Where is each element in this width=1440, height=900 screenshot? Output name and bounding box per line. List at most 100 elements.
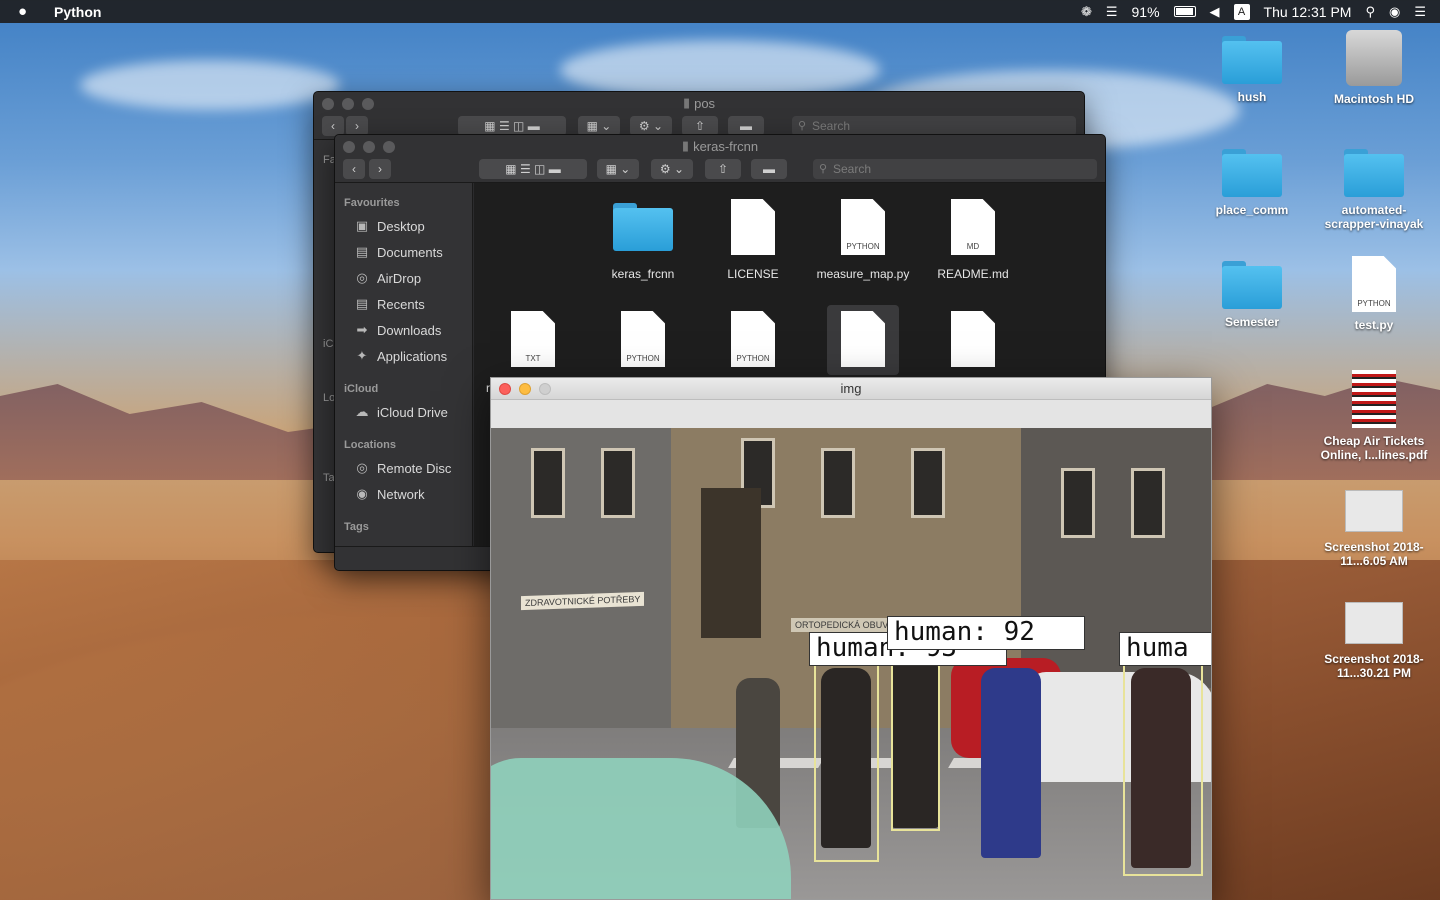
sidebar-item-airdrop[interactable]: ◎ AirDrop — [335, 265, 472, 291]
desktop-icon-label: test.py — [1354, 318, 1394, 332]
sidebar-item-label: Remote Disc — [377, 460, 452, 476]
desktop-file-screenshot-1[interactable]: Screenshot 2018-11...6.05 AM — [1319, 490, 1429, 568]
tag-button[interactable]: ▬ — [751, 159, 787, 179]
spotlight-icon[interactable]: ⚲ — [1365, 4, 1375, 20]
search-input[interactable]: ⚲ Search — [792, 116, 1076, 136]
desktop-folder-automated-scrapper[interactable]: automated-scrapper-vinayak — [1319, 149, 1429, 231]
file-item-keras-frcnn[interactable]: keras_frcnn — [588, 203, 698, 281]
applications-icon: ✦ — [356, 348, 368, 363]
sidebar-item-documents[interactable]: ▤ Documents — [335, 239, 472, 265]
desktop-folder-semester[interactable]: Semester — [1197, 261, 1307, 329]
clock[interactable]: Thu 12:31 PM — [1264, 4, 1352, 20]
close-button[interactable] — [322, 98, 334, 110]
file-label: LICENSE — [727, 267, 779, 281]
forward-button[interactable]: › — [346, 116, 368, 136]
zoom-button[interactable] — [539, 383, 551, 395]
hard-drive-icon — [1346, 30, 1402, 86]
file-item-doc[interactable] — [918, 311, 1028, 379]
folder-icon — [1344, 149, 1404, 197]
img-toolbar-area — [491, 400, 1211, 428]
sidebar-item-network[interactable]: ◉ Network — [335, 481, 472, 507]
sidebar-item-label: Recents — [377, 296, 425, 312]
bluetooth-icon[interactable]: ❁ — [1081, 4, 1092, 20]
file-item-python-2[interactable]: PYTHON — [698, 311, 808, 379]
cloud — [80, 60, 340, 110]
document-icon — [951, 311, 995, 367]
sidebar-item-icloud-drive[interactable]: ☁ iCloud Drive — [335, 399, 472, 425]
pedestrian — [981, 668, 1041, 858]
text-file-icon: TXT — [511, 311, 555, 367]
desktop-file-screenshot-2[interactable]: Screenshot 2018-11...30.21 PM — [1319, 602, 1429, 680]
desktop-icon-label: Screenshot 2018-11...6.05 AM — [1324, 540, 1424, 568]
siri-icon[interactable]: ◉ — [1389, 4, 1400, 20]
detection-box — [891, 648, 940, 831]
detection-box — [814, 660, 879, 862]
building-window — [911, 448, 945, 518]
apple-icon[interactable]: ● — [18, 3, 40, 20]
group-button[interactable]: ▦ ⌄ — [597, 159, 639, 179]
minimize-button[interactable] — [363, 141, 375, 153]
share-button[interactable]: ⇧ — [705, 159, 741, 179]
battery-percentage[interactable]: 91% — [1132, 4, 1160, 20]
screenshot-thumbnail-icon — [1345, 490, 1403, 532]
file-label: keras_frcnn — [611, 267, 675, 281]
detection-label: human: 92 — [887, 616, 1085, 650]
close-button[interactable] — [499, 383, 511, 395]
img-window: img ZDRAVOTNICKÉ POTŘEBY ORTOPEDICKÁ OBU… — [490, 377, 1212, 900]
sidebar-header-favourites: Favourites — [344, 197, 400, 209]
finder-titlebar[interactable]: ▮ pos — [314, 92, 1084, 114]
wifi-icon[interactable]: ☰ — [1106, 4, 1118, 20]
file-item-selected[interactable] — [808, 305, 918, 375]
desktop-drive-macintosh-hd[interactable]: Macintosh HD — [1319, 30, 1429, 106]
finder-titlebar[interactable]: ▮ keras-frcnn — [335, 135, 1105, 157]
window-title: keras-frcnn — [693, 138, 759, 154]
sidebar-item-downloads[interactable]: ➡ Downloads — [335, 317, 472, 343]
sidebar-item-label: Documents — [377, 244, 443, 260]
volume-icon[interactable]: ◀ — [1210, 4, 1220, 20]
desktop-icon-label: Macintosh HD — [1333, 92, 1414, 106]
desktop-folder-hush[interactable]: hush — [1197, 36, 1307, 104]
img-titlebar[interactable]: img — [491, 378, 1211, 400]
desktop-icon-label: automated-scrapper-vinayak — [1324, 203, 1424, 231]
recents-icon: ▤ — [355, 296, 369, 311]
desktop-file-test-py[interactable]: PYTHON test.py — [1319, 256, 1429, 332]
action-button[interactable]: ⚙ ⌄ — [651, 159, 693, 179]
battery-icon[interactable] — [1173, 6, 1196, 17]
sidebar-item-recents[interactable]: ▤ Recents — [335, 291, 472, 317]
file-item-python-1[interactable]: PYTHON — [588, 311, 698, 379]
notification-center-icon[interactable]: ☰ — [1414, 4, 1426, 20]
sidebar-header-tags: Tags — [344, 521, 369, 533]
sidebar-item-label: iCloud Drive — [377, 404, 448, 420]
back-button[interactable]: ‹ — [343, 159, 365, 179]
desktop-file-pdf[interactable]: Cheap Air Tickets Online, I...lines.pdf — [1319, 370, 1429, 462]
view-switcher[interactable]: ▦ ☰ ◫ ▬ — [479, 159, 587, 179]
group-button[interactable]: ▦ ⌄ — [578, 116, 620, 136]
sidebar-item-desktop[interactable]: ▣ Desktop — [335, 213, 472, 239]
documents-icon: ▤ — [355, 244, 369, 259]
desktop-folder-place-comm[interactable]: place_comm — [1197, 149, 1307, 217]
back-button[interactable]: ‹ — [322, 116, 344, 136]
python-file-icon: PYTHON — [621, 311, 665, 367]
building-window — [821, 448, 855, 518]
input-source-icon[interactable]: A — [1233, 3, 1250, 20]
file-item-txt[interactable]: TXT — [478, 311, 588, 379]
zoom-button[interactable] — [362, 98, 374, 110]
zoom-button[interactable] — [383, 141, 395, 153]
desktop-icon-label: Cheap Air Tickets Online, I...lines.pdf — [1320, 434, 1428, 462]
minimize-button[interactable] — [519, 383, 531, 395]
app-menu[interactable]: Python — [54, 4, 101, 20]
action-button[interactable]: ⚙ ⌄ — [630, 116, 672, 136]
file-item-measure-map[interactable]: PYTHON measure_map.py — [808, 199, 918, 281]
building-window — [531, 448, 565, 518]
search-input[interactable]: ⚲ Search — [813, 159, 1097, 179]
file-item-license[interactable]: LICENSE — [698, 199, 808, 281]
forward-button[interactable]: › — [369, 159, 391, 179]
sidebar-item-applications[interactable]: ✦ Applications — [335, 343, 472, 369]
share-button[interactable]: ⇧ — [682, 116, 718, 136]
sidebar-item-remote-disc[interactable]: ◎ Remote Disc — [335, 455, 472, 481]
minimize-button[interactable] — [342, 98, 354, 110]
tag-button[interactable]: ▬ — [728, 116, 764, 136]
file-item-readme[interactable]: MD README.md — [918, 199, 1028, 281]
close-button[interactable] — [343, 141, 355, 153]
view-switcher[interactable]: ▦ ☰ ◫ ▬ — [458, 116, 566, 136]
